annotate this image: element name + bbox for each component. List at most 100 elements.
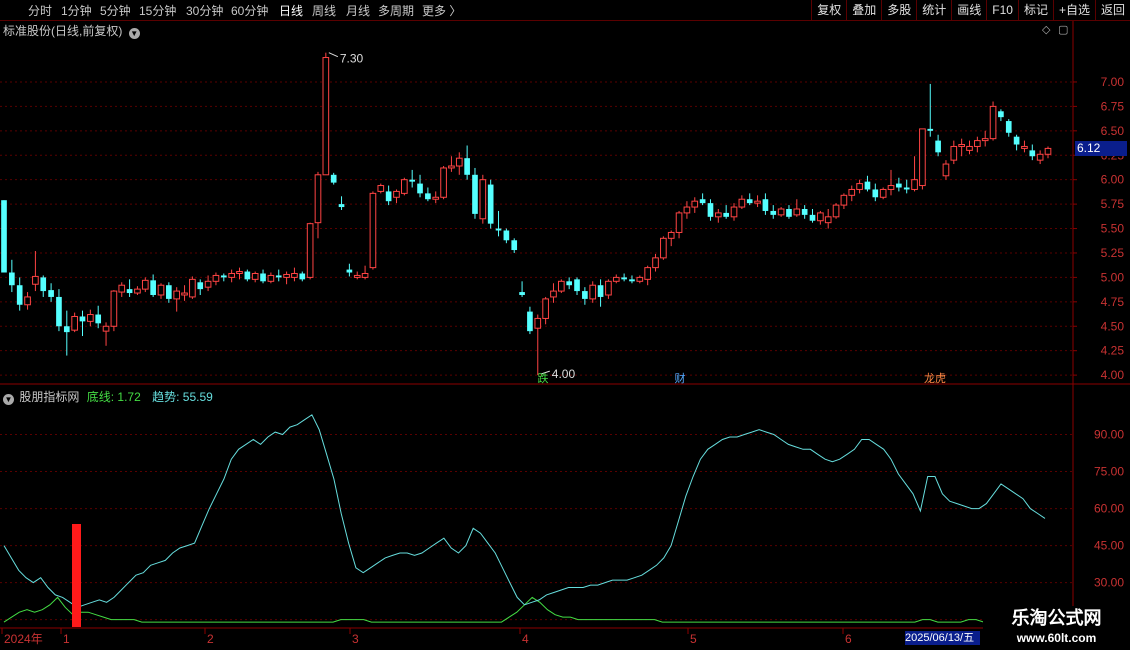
candle[interactable] <box>306 222 314 280</box>
candle[interactable] <box>79 310 86 337</box>
candle[interactable] <box>675 210 683 239</box>
candle[interactable] <box>566 277 572 290</box>
candle[interactable] <box>927 83 934 137</box>
candle[interactable] <box>409 169 416 188</box>
candle[interactable] <box>425 187 431 202</box>
period-tab-0[interactable]: 分时 <box>28 2 52 19</box>
diamond-icon[interactable]: ◇ <box>1042 23 1050 36</box>
candle[interactable] <box>24 292 31 310</box>
candle[interactable] <box>534 314 542 376</box>
candle[interactable] <box>267 272 275 284</box>
candle[interactable] <box>981 130 989 147</box>
event-marker[interactable]: 跌 <box>538 371 549 385</box>
candle[interactable] <box>793 199 801 217</box>
candle[interactable] <box>848 185 856 202</box>
candle[interactable] <box>283 271 290 285</box>
candle[interactable] <box>472 167 478 219</box>
period-tab-10[interactable]: 更多 〉 <box>422 2 461 19</box>
candle[interactable] <box>723 205 729 219</box>
period-tab-9[interactable]: 多周期 <box>378 2 414 19</box>
candle[interactable] <box>612 274 620 284</box>
candle[interactable] <box>353 271 361 280</box>
candle[interactable] <box>432 191 440 204</box>
candle[interactable] <box>440 166 447 200</box>
candle[interactable] <box>464 145 470 180</box>
chart-canvas[interactable]: 7.006.756.506.256.005.755.505.255.004.75… <box>0 0 1130 650</box>
candle[interactable] <box>338 196 345 210</box>
candle[interactable] <box>801 205 808 219</box>
candle[interactable] <box>935 134 941 157</box>
candle[interactable] <box>487 179 494 229</box>
candle[interactable] <box>126 279 133 297</box>
candle[interactable] <box>942 160 950 180</box>
candle[interactable] <box>212 272 220 286</box>
candle[interactable] <box>667 230 675 247</box>
candle[interactable] <box>385 185 392 206</box>
period-tab-4[interactable]: 30分钟 <box>186 2 223 19</box>
candle[interactable] <box>519 281 525 297</box>
candle[interactable] <box>1036 150 1044 165</box>
candle[interactable] <box>817 210 824 225</box>
candle[interactable] <box>102 322 110 346</box>
candle[interactable] <box>166 282 172 303</box>
candle[interactable] <box>824 209 832 229</box>
period-tab-1[interactable]: 1分钟 <box>61 2 92 19</box>
tool-button-0[interactable]: 复权 <box>811 0 846 20</box>
period-tab-6[interactable]: 日线 <box>279 2 303 19</box>
candle[interactable] <box>542 296 549 325</box>
candle[interactable] <box>361 265 369 280</box>
candle[interactable] <box>966 140 973 155</box>
candle[interactable] <box>1029 144 1036 161</box>
candle[interactable] <box>330 172 337 185</box>
candle[interactable] <box>1021 140 1028 153</box>
candle[interactable] <box>32 251 39 292</box>
candle[interactable] <box>503 228 510 244</box>
indicator-chart[interactable] <box>3 414 1046 627</box>
candle[interactable] <box>181 285 188 301</box>
event-marker[interactable]: 财 <box>675 371 686 385</box>
candle[interactable] <box>652 253 659 272</box>
candle[interactable] <box>157 283 165 299</box>
candle[interactable] <box>998 109 1004 122</box>
period-tab-2[interactable]: 5分钟 <box>100 2 131 19</box>
candle[interactable] <box>557 279 565 294</box>
candle[interactable] <box>903 179 910 194</box>
candle[interactable] <box>110 290 118 332</box>
period-tab-5[interactable]: 60分钟 <box>231 2 268 19</box>
candle[interactable] <box>840 193 848 209</box>
candle[interactable] <box>856 179 863 194</box>
candle[interactable] <box>738 195 746 209</box>
candle[interactable] <box>864 175 871 192</box>
candle[interactable] <box>393 189 400 204</box>
candle[interactable] <box>691 197 699 213</box>
period-tab-7[interactable]: 周线 <box>312 2 336 19</box>
candle[interactable] <box>786 205 792 219</box>
candle[interactable] <box>911 156 918 192</box>
candle[interactable] <box>417 174 423 198</box>
candle[interactable] <box>707 199 714 221</box>
candle[interactable] <box>958 138 965 157</box>
candle[interactable] <box>40 275 47 297</box>
candle[interactable] <box>527 306 533 335</box>
period-tab-8[interactable]: 月线 <box>346 2 370 19</box>
candle[interactable] <box>228 269 235 283</box>
candle[interactable] <box>95 305 102 329</box>
indicator-line-bottom[interactable] <box>3 596 1045 623</box>
candle[interactable] <box>597 279 604 307</box>
candle[interactable] <box>275 269 282 282</box>
candle[interactable] <box>589 281 597 303</box>
candle[interactable] <box>832 203 840 219</box>
period-tab-3[interactable]: 15分钟 <box>139 2 176 19</box>
candle[interactable] <box>56 289 62 332</box>
candle[interactable] <box>220 273 227 282</box>
tool-button-1[interactable]: 叠加 <box>846 0 881 20</box>
candle[interactable] <box>1044 146 1052 159</box>
candle[interactable] <box>511 238 518 253</box>
candle[interactable] <box>479 174 487 224</box>
tool-button-2[interactable]: 多股 <box>881 0 916 20</box>
candle[interactable] <box>134 286 141 295</box>
candle[interactable] <box>1013 134 1020 151</box>
candle[interactable] <box>621 273 627 282</box>
candle[interactable] <box>762 193 769 215</box>
candle[interactable] <box>746 193 753 206</box>
